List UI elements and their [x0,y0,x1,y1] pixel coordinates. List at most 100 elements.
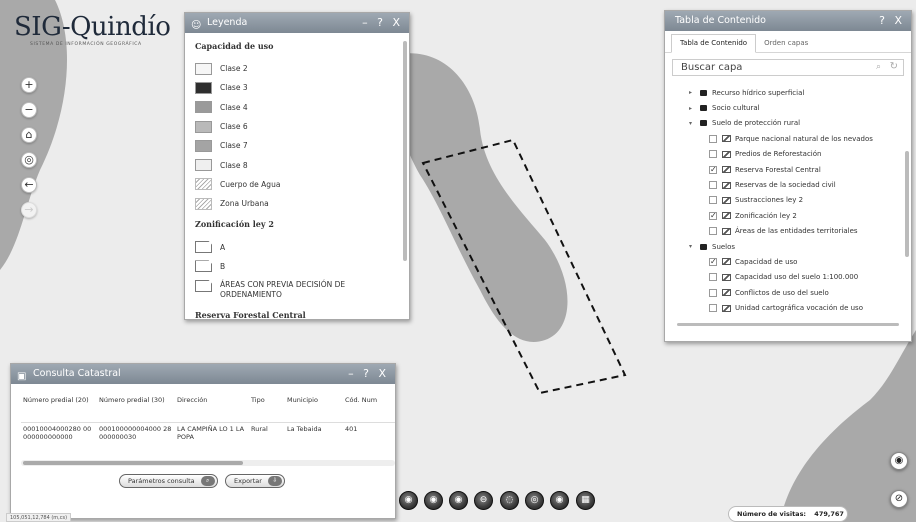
legend-item: B [195,257,399,276]
forward-button[interactable]: → [21,202,37,218]
col-direccion[interactable]: Dirección [175,394,249,423]
legend-swatch [195,178,212,191]
layer-tree-item[interactable]: ▸ Recurso hídrico superficial [687,85,901,100]
layer-tree-item[interactable]: Conflictos de uso del suelo [687,285,901,300]
layer-checkbox[interactable] [709,150,717,159]
zoom-out-button[interactable]: − [21,102,37,118]
query-tool-button[interactable]: ◎ [525,491,544,510]
layer-checkbox[interactable] [709,304,717,313]
locate-icon: ◎ [24,153,34,166]
expand-icon[interactable]: ▸ [687,105,694,112]
layer-tree-item[interactable]: Unidad cartográfica vocación de uso [687,300,901,315]
layer-tree-item[interactable]: Capacidad uso del suelo 1:100.000 [687,270,901,285]
legend-window-controls[interactable]: – ? X [362,13,403,33]
layers-tool-button[interactable]: ◉ [424,491,443,510]
consulta-hscroll-thumb[interactable] [23,461,243,465]
layer-tree-item[interactable]: Predios de Reforestación [687,147,901,162]
layer-label: Reserva Forestal Central [735,165,821,174]
layer-checkbox[interactable]: ✓ [709,257,717,266]
layer-tree: ▸ Recurso hídrico superficial ▸ Socio cultu… [687,85,901,316]
toc-scrollbar[interactable] [905,151,909,257]
layer-icon [722,212,731,220]
coordinates-readout: 105,051,12,784 (m,cs) [6,513,72,522]
layer-tree-item[interactable]: Parque nacional natural de los nevados [687,131,901,146]
folder-icon [700,89,707,96]
query-tool-icon: ◎ [530,495,539,505]
toc-window-controls[interactable]: ? X [879,11,905,31]
consulta-header[interactable]: ▣ Consulta Catastral – ? X [11,364,395,384]
layer-checkbox[interactable] [709,134,717,143]
layer-checkbox[interactable] [709,181,717,190]
legend-item: Clase 4 [195,98,399,117]
cell-cod-num: 401 [345,424,358,433]
folder-icon [700,243,707,250]
legend-panel: ☺ Leyenda – ? X Capacidad de uso Clase 2… [184,12,410,320]
layer-search-input[interactable] [673,62,863,73]
layer-tree-item[interactable]: ✓ Reserva Forestal Central [687,162,901,177]
layer-tree-item[interactable]: ✓ Zonificación ley 2 [687,208,901,223]
cell-municipio: La Tebaida [287,424,322,433]
col-municipio[interactable]: Municipio [285,394,343,423]
tab-tabla-de-contenido[interactable]: Tabla de Contenido [671,34,757,53]
layer-tree-item[interactable]: ▸ Socio cultural [687,100,901,115]
visit-counter: Número de visitas: 479,767 [728,506,848,522]
consulta-hscrollbar[interactable] [21,460,395,466]
cell-predial-20: 00010004000280 00000000000000 [23,424,92,441]
eye-icon: ⊘ [894,493,904,504]
toc-hscrollbar[interactable] [677,323,899,326]
layer-tree-item[interactable]: Reservas de la sociedad civil [687,177,901,192]
layer-tree-item[interactable]: ✓ Capacidad de uso [687,254,901,269]
legend-label: ÁREAS CON PREVIA DECISIÓN DE ORDENAMIENT… [220,279,346,299]
legend-section-reserva: Reserva Forestal Central [195,309,306,319]
zoom-out-icon: − [24,103,34,116]
legend-item: ÁREAS CON PREVIA DECISIÓN DE ORDENAMIENT… [195,276,399,302]
col-numero-predial-30[interactable]: Número predial (30) [97,394,175,423]
home-button[interactable]: ⌂ [21,127,37,143]
layer-checkbox[interactable] [709,196,717,205]
exportar-button[interactable]: Exportar ⇩ [225,474,285,488]
collapse-icon[interactable]: ▾ [687,120,694,127]
print-tool-button[interactable]: ◉ [550,491,569,510]
reload-icon[interactable]: ↻ [890,61,898,72]
visibility-toggle-button[interactable]: ⊘ [890,490,908,508]
table-row[interactable]: 00010004000280 00000000000000 0001000000… [21,422,395,454]
measure-tool-button[interactable]: ⊖ [474,491,493,510]
table-tool-button[interactable]: ▦ [576,491,595,510]
parametros-consulta-button[interactable]: Parámetros consulta ⌕ [119,474,218,488]
toc-tabs: Tabla de Contenido Orden capas [665,31,911,53]
col-numero-predial-20[interactable]: Número predial (20) [21,394,97,423]
overview-map-button[interactable]: ◉ [890,452,908,470]
layer-checkbox[interactable]: ✓ [709,211,717,220]
table-tool-icon: ▦ [581,495,590,505]
layer-checkbox[interactable] [709,273,717,282]
consulta-window-controls[interactable]: – ? X [348,364,389,384]
layer-tree-item[interactable]: Sustracciones ley 2 [687,193,901,208]
layer-tree-item[interactable]: ▾ Suelo de protección rural [687,116,901,131]
toc-header[interactable]: Tabla de Contenido ? X [665,11,911,31]
collapse-icon[interactable]: ▾ [687,243,694,250]
layer-icon [722,289,731,297]
back-button[interactable]: ← [21,177,37,193]
map-tool-button[interactable]: ◉ [399,491,418,510]
cell-predial-30: 000100000004000 28000000030 [99,424,172,441]
consulta-icon: ▣ [17,371,27,382]
expand-icon[interactable]: ▸ [687,89,694,96]
layer-tree-item[interactable]: Áreas de las entidades territoriales [687,224,901,239]
layer-checkbox[interactable]: ✓ [709,165,717,174]
zoom-in-button[interactable]: + [21,77,37,93]
locate-button[interactable]: ◎ [21,152,37,168]
layer-checkbox[interactable] [709,227,717,236]
tab-orden-capas[interactable]: Orden capas [756,39,816,52]
col-tipo[interactable]: Tipo [249,394,285,423]
layer-icon [722,196,731,204]
layer-tree-item[interactable]: ▾ Suelos [687,239,901,254]
legend-scrollbar[interactable] [403,41,407,261]
print-tool-icon: ◉ [555,495,564,505]
layer-checkbox[interactable] [709,288,717,297]
search-icon[interactable]: ⌕ [876,62,881,72]
layer-icon [722,304,731,312]
draw-tool-button[interactable]: ◉ [449,491,468,510]
col-cod-num[interactable]: Cód. Num [343,394,395,423]
legend-header[interactable]: ☺ Leyenda – ? X [185,13,409,33]
globe-tool-button[interactable]: ◌ [500,491,519,510]
